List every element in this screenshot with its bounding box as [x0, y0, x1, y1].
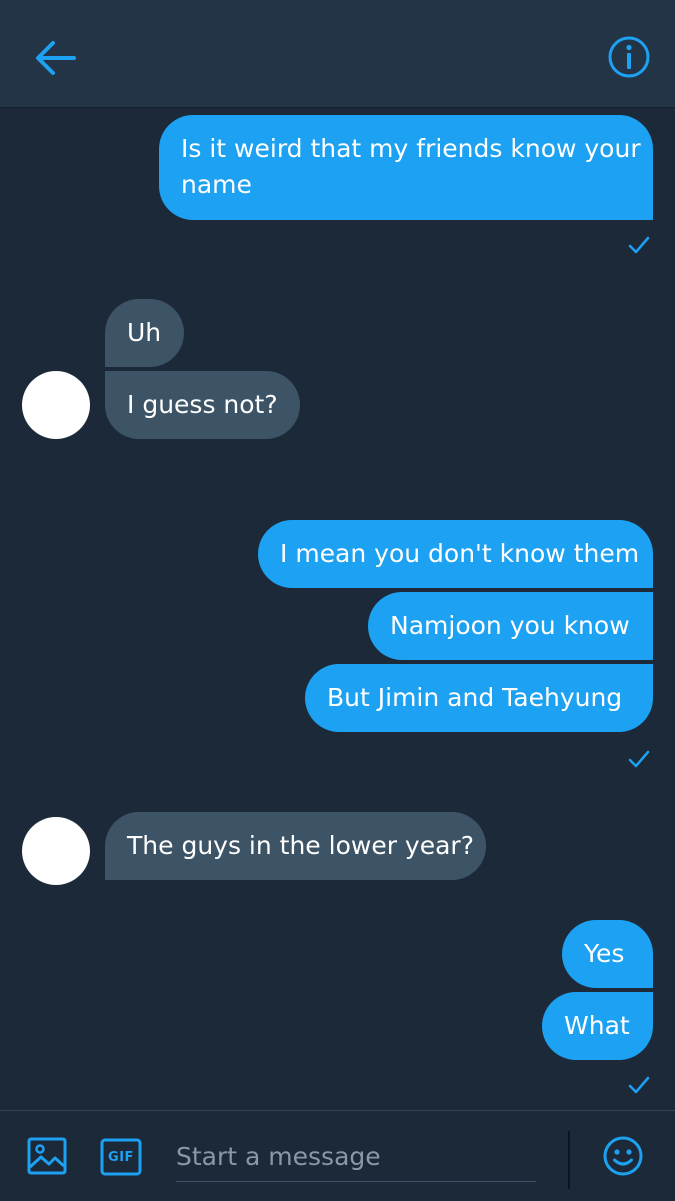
message-text-line: Is it weird that my friends know your [181, 134, 641, 163]
sent-check-icon [628, 1076, 650, 1094]
sent-message[interactable]: But Jimin and Taehyung [305, 664, 653, 732]
message-input[interactable] [176, 1131, 536, 1182]
message-text: Namjoon you know [390, 611, 630, 640]
message-text: But Jimin and Taehyung [327, 683, 623, 712]
sent-check-icon [628, 750, 650, 768]
sent-message[interactable]: Namjoon you know [368, 592, 653, 660]
avatar[interactable] [22, 817, 90, 885]
sent-message[interactable]: I mean you don't know them [258, 520, 653, 588]
message-text: What [564, 1011, 630, 1040]
back-button[interactable] [32, 37, 78, 79]
received-message[interactable]: I guess not? [105, 371, 300, 439]
image-icon [27, 1137, 67, 1175]
sent-message[interactable]: Yes [562, 920, 653, 988]
message-text: I mean you don't know them [280, 539, 640, 568]
message-text: The guys in the lower year? [127, 831, 474, 860]
add-gif-button[interactable]: GIF [100, 1138, 142, 1176]
message-text-line: name [181, 170, 252, 199]
emoji-button[interactable] [601, 1134, 645, 1178]
sent-check-icon [628, 236, 650, 254]
composer-divider [568, 1131, 570, 1189]
received-message[interactable]: The guys in the lower year? [105, 812, 486, 880]
conversation-info-button[interactable] [606, 34, 652, 80]
gif-label: GIF [108, 1149, 134, 1165]
conversation-header [0, 0, 675, 108]
arrow-left-icon [36, 41, 76, 75]
add-image-button[interactable] [26, 1135, 68, 1177]
avatar[interactable] [22, 371, 90, 439]
message-text: Uh [127, 318, 162, 347]
info-icon [608, 36, 650, 78]
message-composer: GIF [0, 1110, 675, 1201]
received-message[interactable]: Uh [105, 299, 184, 367]
sent-message[interactable]: Is it weird that my friends know your na… [159, 115, 653, 220]
message-text: Yes [584, 939, 625, 968]
message-text: I guess not? [127, 390, 278, 419]
emoji-icon [603, 1136, 643, 1176]
sent-message[interactable]: What [542, 992, 653, 1060]
